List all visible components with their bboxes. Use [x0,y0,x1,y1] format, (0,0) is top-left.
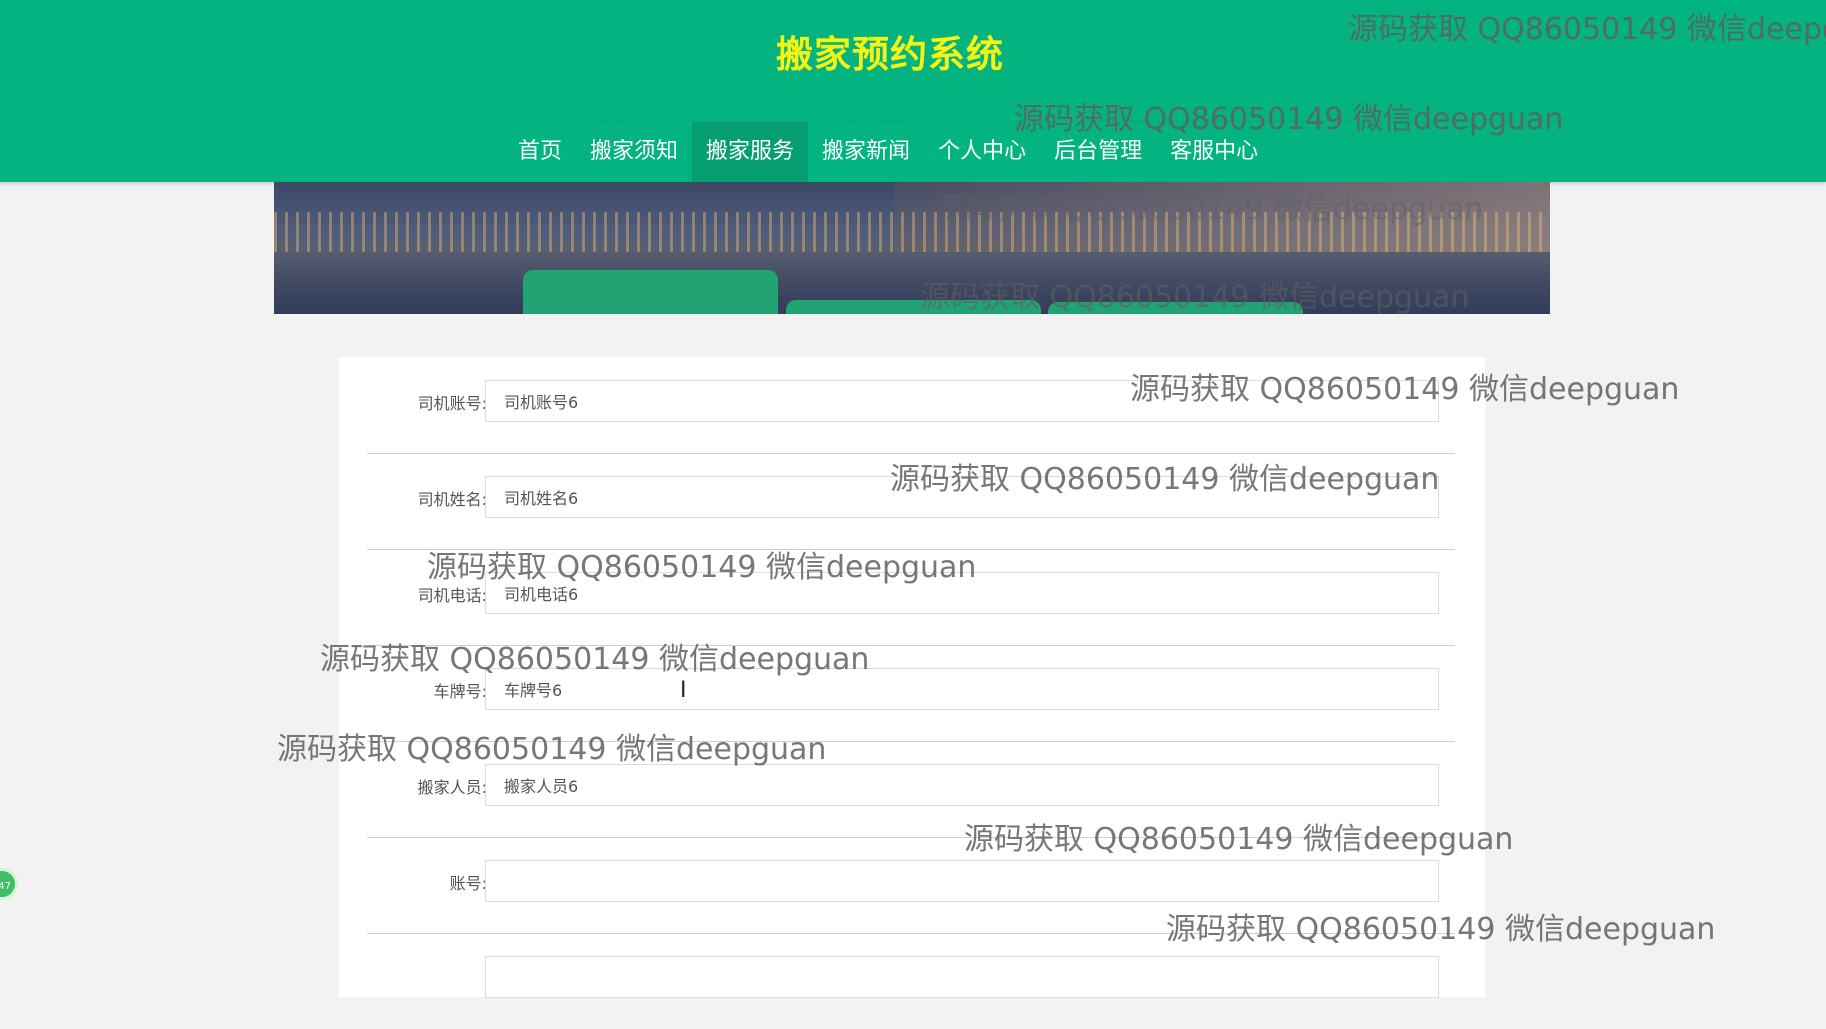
driver-form: 司机账号: 司机姓名: 司机电话: 车牌号: 搬家人员: 账号: [339,357,1485,998]
driver-name-input[interactable] [485,476,1439,518]
account-input[interactable] [485,860,1439,902]
banner-image [274,182,1550,314]
nav-item-admin[interactable]: 后台管理 [1040,122,1156,182]
driver-name-label: 司机姓名: [417,490,487,509]
floating-badge[interactable]: 47 [0,868,18,900]
driver-phone-label: 司机电话: [417,586,487,605]
nav-item-moving-service[interactable]: 搬家服务 [692,122,809,182]
site-title: 搬家预约系统 [776,33,1004,76]
banner-tab[interactable] [1048,302,1303,314]
form-row-driver-account: 司机账号: [367,357,1455,454]
text-cursor-icon: I [680,678,687,703]
driver-account-input[interactable] [485,380,1439,422]
site-header: 搬家预约系统 [0,0,1826,121]
driver-account-label: 司机账号: [417,394,487,413]
plate-number-label: 车牌号: [433,682,487,701]
account-label: 账号: [449,874,487,893]
nav-item-moving-notice[interactable]: 搬家须知 [576,122,692,182]
banner-lights [274,212,1550,252]
nav-item-customer-service[interactable]: 客服中心 [1156,122,1272,182]
nav-list: 首页 搬家须知 搬家服务 搬家新闻 个人中心 后台管理 客服中心 [504,122,1272,182]
nav-item-home[interactable]: 首页 [504,122,576,182]
nav-item-personal-center[interactable]: 个人中心 [924,122,1040,182]
plate-number-input[interactable] [485,668,1439,710]
main-nav: 首页 搬家须知 搬家服务 搬家新闻 个人中心 后台管理 客服中心 [0,121,1826,182]
form-row-account: 账号: [367,837,1455,934]
driver-phone-input[interactable] [485,572,1439,614]
movers-label: 搬家人员: [417,778,487,797]
nav-item-moving-news[interactable]: 搬家新闻 [808,122,924,182]
movers-input[interactable] [485,764,1439,806]
form-row-driver-name: 司机姓名: [367,453,1455,550]
form-row-movers: 搬家人员: [367,741,1455,838]
banner-tab[interactable] [786,300,1041,314]
form-row-next [367,933,1455,1029]
banner-tab[interactable] [523,270,778,314]
form-row-plate-number: 车牌号: [367,645,1455,742]
form-row-driver-phone: 司机电话: [367,549,1455,646]
